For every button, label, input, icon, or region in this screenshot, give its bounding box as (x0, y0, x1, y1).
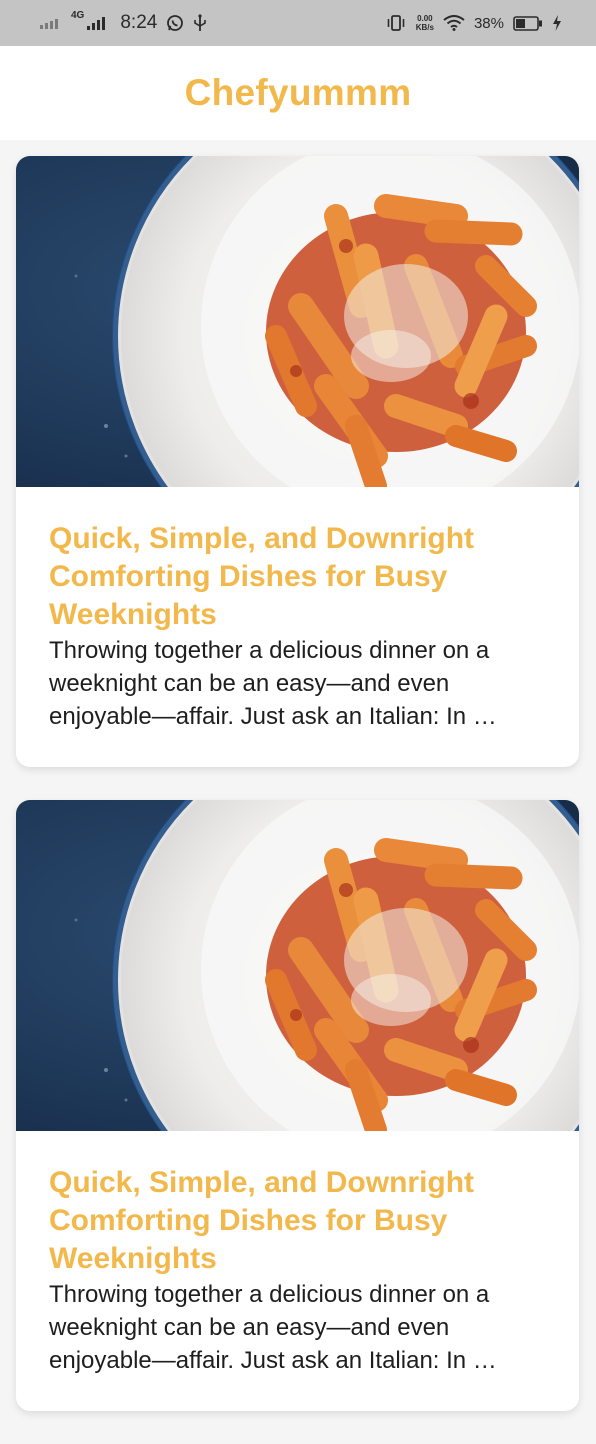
recipe-feed[interactable]: Quick, Simple, and Downright Comforting … (16, 156, 579, 1444)
recipe-card[interactable]: Quick, Simple, and Downright Comforting … (16, 156, 579, 767)
recipe-card-body: Quick, Simple, and Downright Comforting … (16, 487, 579, 767)
recipe-card-body: Quick, Simple, and Downright Comforting … (16, 1131, 579, 1411)
battery-icon (513, 15, 543, 31)
status-bar-left: 4G 8:24 (40, 10, 207, 34)
battery-percent: 38% (473, 14, 504, 32)
recipe-description: Throwing together a delicious dinner on … (49, 637, 497, 730)
recipe-description: Throwing together a delicious dinner on … (49, 1281, 497, 1374)
signal-icon (40, 17, 62, 29)
network-speed: 0.00 KB/s (416, 14, 434, 32)
status-bar-right: 0.00 KB/s 38% (385, 14, 562, 32)
recipe-title[interactable]: Quick, Simple, and Downright Comforting … (49, 520, 546, 634)
app-title: Chefyummm (184, 72, 412, 113)
signal-strength-icon (87, 16, 109, 30)
usb-icon (193, 14, 207, 32)
pasta-dish-image (16, 800, 579, 1131)
app-bar: Chefyummm (0, 46, 596, 140)
recipe-card[interactable]: Quick, Simple, and Downright Comforting … (16, 800, 579, 1411)
wifi-icon (443, 15, 465, 31)
vibrate-icon (385, 14, 407, 32)
charging-icon (552, 15, 562, 31)
status-bar: 4G 8:24 0.00 KB/s 38% (0, 0, 596, 46)
whatsapp-icon (166, 14, 184, 32)
recipe-title[interactable]: Quick, Simple, and Downright Comforting … (49, 1164, 546, 1278)
network-speed-value: 0.00 (417, 14, 433, 23)
pasta-dish-image (16, 156, 579, 487)
status-time: 8:24 (120, 12, 158, 33)
network-speed-unit: KB/s (415, 23, 434, 32)
network-type-label: 4G (71, 10, 85, 21)
